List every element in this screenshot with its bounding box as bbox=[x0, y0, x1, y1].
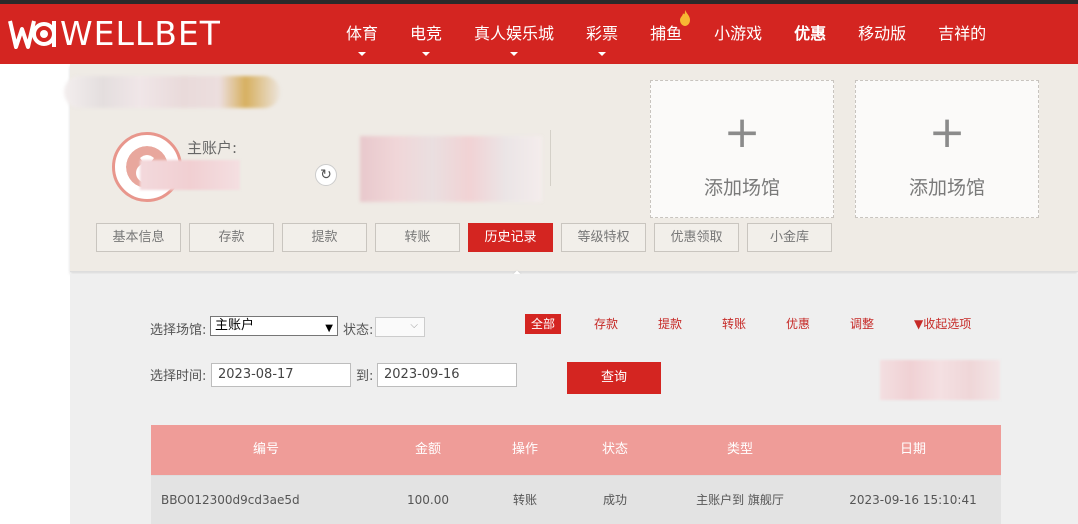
start-date-input[interactable]: 2023-08-17 bbox=[211, 363, 351, 387]
chevron-down-icon: ⌵ bbox=[410, 320, 418, 331]
column-header: 日期 bbox=[899, 442, 926, 457]
nav-item-label: 电竞 bbox=[410, 24, 443, 43]
filter-1[interactable]: 存款 bbox=[594, 314, 618, 334]
filter-5[interactable]: 调整 bbox=[850, 314, 874, 334]
table-cell: 100.00 bbox=[407, 493, 449, 507]
blurred-balance-main bbox=[140, 160, 240, 190]
filter-4[interactable]: 优惠 bbox=[786, 314, 810, 334]
filter-2[interactable]: 提款 bbox=[658, 314, 682, 334]
plus-icon: + bbox=[723, 107, 761, 158]
column-header: 编号 bbox=[252, 442, 279, 457]
end-date-input[interactable]: 2023-09-16 bbox=[377, 363, 517, 387]
tab-0[interactable]: 基本信息 bbox=[96, 223, 181, 252]
tab-2[interactable]: 提款 bbox=[282, 223, 367, 252]
chevron-down-icon bbox=[358, 52, 366, 56]
chevron-down-icon bbox=[510, 52, 519, 56]
add-venue-label: 添加场馆 bbox=[703, 177, 780, 199]
status-label: 状态: bbox=[343, 323, 374, 338]
filter-3[interactable]: 转账 bbox=[722, 314, 746, 334]
nav-item[interactable]: 彩票 bbox=[570, 4, 634, 64]
column-header: 操作 bbox=[511, 442, 538, 457]
tab-3[interactable]: 转账 bbox=[375, 223, 460, 252]
column-header: 状态 bbox=[601, 442, 628, 457]
nav-item-label: 捕鱼 bbox=[650, 24, 683, 43]
nav-item-label: 体育 bbox=[346, 24, 379, 43]
logo[interactable]: WELLBET bbox=[8, 16, 221, 52]
history-table: 编号 金额 操作 状态 类型 日期 BBO012300d9cd3ae5d 100.00 转账 成… bbox=[151, 425, 1001, 524]
chevron-down-icon: ▼ bbox=[325, 323, 333, 334]
table-cell: 2023-09-16 15:10:41 bbox=[849, 493, 977, 507]
to-label: 到: bbox=[356, 369, 374, 384]
nav-item-label: 彩票 bbox=[586, 24, 619, 43]
column-header: 金额 bbox=[414, 442, 441, 457]
fire-icon bbox=[680, 10, 691, 26]
nav-item-label: 移动版 bbox=[858, 24, 907, 43]
tab-5[interactable]: 等级特权 bbox=[561, 223, 646, 252]
nav-item-label: 优惠 bbox=[794, 24, 827, 43]
table-cell: 转账 bbox=[512, 493, 537, 507]
tab-6[interactable]: 优惠领取 bbox=[654, 223, 739, 252]
nav-item[interactable]: 小游戏 bbox=[698, 4, 778, 64]
blurred-summary bbox=[880, 360, 1000, 400]
nav-item[interactable]: 捕鱼 bbox=[634, 4, 698, 64]
nav-item[interactable]: 移动版 bbox=[842, 4, 922, 64]
nav-item-label: 小游戏 bbox=[714, 24, 763, 43]
nav-item[interactable]: 电竞 bbox=[394, 4, 458, 64]
add-venue-card-2[interactable]: + 添加场馆 bbox=[855, 80, 1039, 218]
table-cell: 主账户到 旗舰厅 bbox=[696, 493, 784, 507]
table-cell: BBO012300d9cd3ae5d bbox=[161, 493, 300, 507]
blurred-user-info bbox=[64, 76, 280, 108]
plus-icon: + bbox=[928, 107, 966, 158]
chevron-down-icon bbox=[598, 52, 607, 56]
table-body: BBO012300d9cd3ae5d 100.00 转账 成功 主账户到 旗舰厅 2023… bbox=[151, 475, 1001, 524]
table-header: 编号 金额 操作 状态 类型 日期 bbox=[151, 425, 1001, 475]
time-label: 选择时间: bbox=[150, 369, 207, 384]
tab-7[interactable]: 小金库 bbox=[747, 223, 832, 252]
add-venue-card-1[interactable]: + 添加场馆 bbox=[650, 80, 834, 218]
logo-text: WELLBET bbox=[60, 14, 221, 53]
chevron-down-icon bbox=[422, 52, 431, 56]
venue-label: 选择场馆: bbox=[150, 323, 207, 338]
status-select[interactable]: ⌵ bbox=[375, 317, 425, 337]
collapse-options-link[interactable]: ▼收起选项 bbox=[914, 314, 971, 334]
nav-item[interactable]: 体育 bbox=[330, 4, 394, 64]
query-button[interactable]: 查询 bbox=[567, 362, 661, 394]
filter-0[interactable]: 全部 bbox=[525, 314, 562, 334]
blurred-balance bbox=[360, 136, 542, 202]
divider bbox=[550, 130, 551, 186]
table-row: BBO012300d9cd3ae5d 100.00 转账 成功 主账户到 旗舰厅 2023… bbox=[151, 475, 1001, 524]
tab-1[interactable]: 存款 bbox=[189, 223, 274, 252]
tab-4[interactable]: 历史记录 bbox=[468, 223, 553, 252]
main-nav: 体育 电竞 真人娱乐城 彩票 捕鱼 小游戏 优惠 移动版 吉祥的 bbox=[330, 4, 1002, 64]
add-venue-label: 添加场馆 bbox=[908, 177, 985, 199]
refresh-icon[interactable]: ↻ bbox=[315, 164, 337, 186]
table-cell: 成功 bbox=[602, 493, 627, 507]
nav-item[interactable]: 吉祥的 bbox=[922, 4, 1002, 64]
nav-item[interactable]: 真人娱乐城 bbox=[458, 4, 570, 64]
nav-item-label: 吉祥的 bbox=[938, 24, 987, 43]
header: WELLBET 体育 电竞 真人娱乐城 彩票 捕鱼 小游戏 优惠 移动版 吉祥的 bbox=[0, 4, 1078, 64]
nav-item[interactable]: 优惠 bbox=[778, 4, 842, 64]
venue-select-value: 主账户 bbox=[215, 318, 255, 333]
main-account-label: 主账户: bbox=[187, 139, 238, 157]
logo-mark-icon bbox=[8, 20, 56, 49]
venue-select[interactable]: 主账户 ▼ bbox=[210, 316, 338, 336]
nav-item-label: 真人娱乐城 bbox=[474, 24, 555, 43]
column-header: 类型 bbox=[726, 442, 753, 457]
